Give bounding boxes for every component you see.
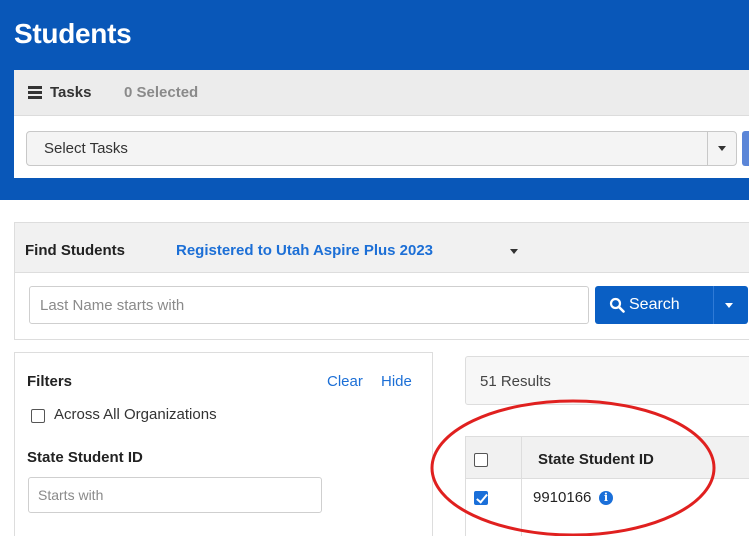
find-students-bar: Find Students Registered to Utah Aspire … (15, 223, 749, 273)
select-all-checkbox[interactable] (474, 453, 488, 467)
across-all-organizations-label: Across All Organizations (54, 406, 217, 423)
info-icon[interactable]: i (599, 491, 613, 505)
filters-clear-link[interactable]: Clear (327, 373, 363, 390)
chevron-down-icon[interactable] (707, 132, 736, 165)
column-header-state-student-id[interactable]: State Student ID (538, 451, 654, 468)
checkbox-checked-icon[interactable] (474, 491, 488, 505)
task-go-button[interactable] (742, 131, 749, 166)
state-student-id-filter-input[interactable] (28, 477, 322, 513)
results-table: State Student ID 9910166 i (465, 436, 749, 536)
select-tasks-dropdown[interactable]: Select Tasks (26, 131, 737, 166)
find-students-panel: Find Students Registered to Utah Aspire … (14, 222, 749, 340)
select-tasks-value: Select Tasks (44, 140, 128, 157)
state-student-id-filter-title: State Student ID (27, 449, 143, 466)
table-header: State Student ID (466, 437, 749, 479)
search-button-label: Search (629, 296, 680, 313)
results-summary: 51 Results (465, 356, 749, 405)
filters-hide-link[interactable]: Hide (381, 373, 412, 390)
across-all-organizations-checkbox[interactable] (31, 409, 45, 423)
table-row[interactable]: 9910166 i (466, 479, 749, 519)
tasks-selected-count: 0 Selected (124, 84, 199, 101)
search-options-dropdown[interactable] (714, 286, 748, 324)
last-name-search-input[interactable] (29, 286, 589, 324)
state-student-id-cell: 9910166 (533, 489, 592, 506)
tasks-menu-icon (28, 86, 42, 99)
filters-title: Filters (27, 373, 73, 390)
filters-panel: Filters Clear Hide Across All Organizati… (14, 352, 433, 536)
page-title: Students (14, 18, 132, 49)
tasks-label: Tasks (50, 84, 92, 101)
search-icon (609, 297, 625, 313)
chevron-down-icon[interactable] (510, 249, 518, 254)
find-students-label: Find Students (25, 242, 125, 259)
results-count: 51 Results (480, 373, 551, 390)
tasks-panel: Tasks 0 Selected Select Tasks (14, 70, 749, 178)
registration-filter-dropdown[interactable]: Registered to Utah Aspire Plus 2023 (176, 242, 433, 259)
tasks-bar: Tasks 0 Selected (14, 70, 749, 116)
search-button[interactable]: Search (595, 286, 714, 324)
